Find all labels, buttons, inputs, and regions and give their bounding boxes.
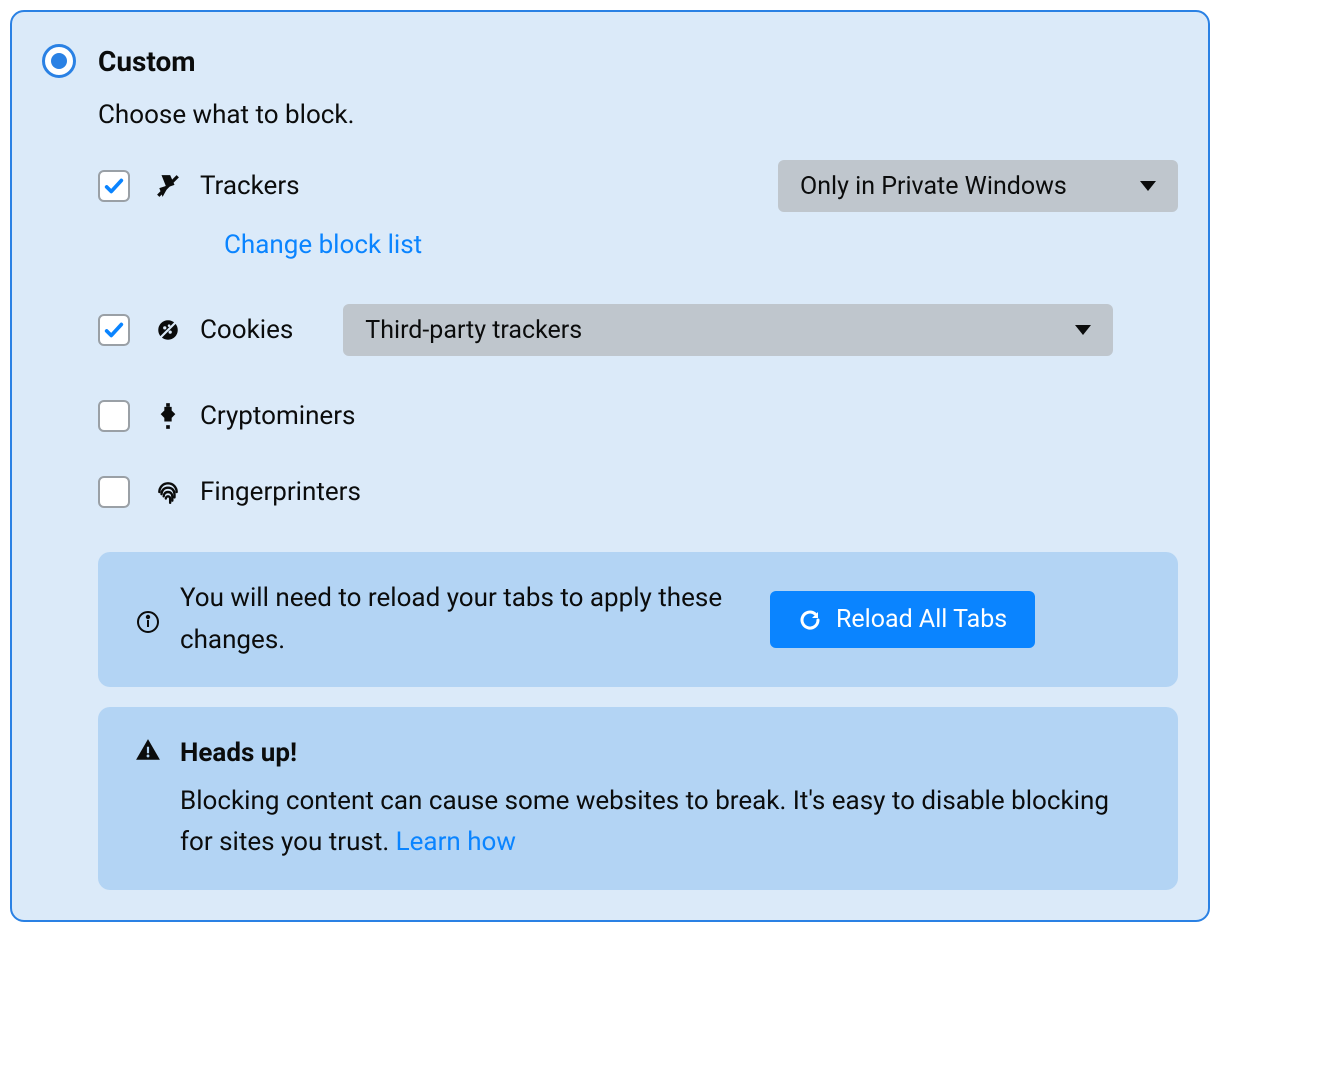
reload-notice-text: You will need to reload your tabs to app… [180,578,740,661]
cryptominers-checkbox[interactable] [98,400,130,432]
trackers-label: Trackers [200,171,300,201]
change-block-list-link[interactable]: Change block list [224,230,422,260]
custom-blocking-panel: Custom Choose what to block. Trackers On… [10,10,1210,922]
cryptominers-label: Cryptominers [200,401,355,431]
cookies-select[interactable]: Third-party trackers [343,304,1113,356]
reload-notice: You will need to reload your tabs to app… [98,552,1178,687]
warning-heading: Heads up! [180,733,1144,775]
reload-icon [798,608,822,632]
panel-title: Custom [98,45,196,78]
warning-notice: Heads up! Blocking content can cause som… [98,707,1178,890]
cookies-label: Cookies [200,315,293,345]
chevron-down-icon [1075,325,1091,335]
trackers-select[interactable]: Only in Private Windows [778,160,1178,212]
trackers-icon [152,170,184,202]
cookies-checkbox[interactable] [98,314,130,346]
warning-body: Blocking content can cause some websites… [180,786,1109,858]
warning-icon [132,737,164,763]
fingerprinters-checkbox[interactable] [98,476,130,508]
cryptominers-icon [152,400,184,432]
trackers-select-value: Only in Private Windows [800,172,1067,201]
custom-radio[interactable] [42,44,76,78]
fingerprinters-icon [152,476,184,508]
reload-all-tabs-button[interactable]: Reload All Tabs [770,591,1035,648]
panel-description: Choose what to block. [98,100,1178,130]
reload-button-label: Reload All Tabs [836,605,1007,634]
trackers-checkbox[interactable] [98,170,130,202]
learn-how-link[interactable]: Learn how [396,827,516,857]
cookies-select-value: Third-party trackers [365,316,582,345]
chevron-down-icon [1140,181,1156,191]
info-icon [132,610,164,634]
cookies-icon [152,314,184,346]
fingerprinters-label: Fingerprinters [200,477,361,507]
